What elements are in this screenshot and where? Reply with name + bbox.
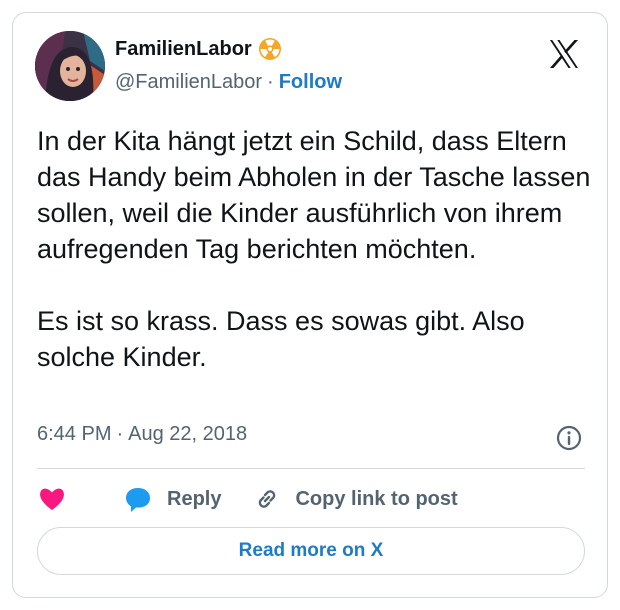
heart-icon[interactable] — [37, 484, 67, 514]
tweet-text: In der Kita hängt jetzt ein Schild, dass… — [37, 126, 591, 372]
divider — [37, 468, 585, 469]
author-handle[interactable]: @FamilienLabor — [115, 71, 262, 94]
tweet-timestamp[interactable]: 6:44 PM · Aug 22, 2018 — [37, 423, 247, 446]
time-separator: · — [116, 423, 124, 445]
tweet-date: Aug 22, 2018 — [128, 423, 248, 445]
author-display-name[interactable]: FamilienLabor — [115, 38, 252, 61]
action-bar: Reply Copy link to post — [37, 483, 458, 515]
reply-button[interactable]: Reply — [167, 488, 221, 511]
x-logo-icon[interactable] — [547, 37, 581, 71]
copy-link-button[interactable]: Copy link to post — [295, 488, 457, 511]
follow-button[interactable]: Follow — [279, 71, 342, 94]
tweet-time: 6:44 PM — [37, 423, 112, 445]
handle-separator: · — [267, 71, 274, 93]
author-handle-row: @FamilienLabor · Follow — [115, 71, 342, 94]
author-name-row: FamilienLabor — [115, 37, 282, 61]
link-icon[interactable] — [253, 485, 281, 513]
reply-bubble-icon[interactable] — [123, 484, 153, 514]
info-icon[interactable] — [555, 424, 583, 452]
read-more-button[interactable]: Read more on X — [37, 527, 585, 575]
avatar[interactable] — [35, 31, 105, 101]
tweet-card: FamilienLabor @FamilienLabor · Follow In… — [12, 12, 608, 598]
radioactive-badge-icon — [258, 37, 282, 61]
avatar-image — [35, 31, 105, 101]
